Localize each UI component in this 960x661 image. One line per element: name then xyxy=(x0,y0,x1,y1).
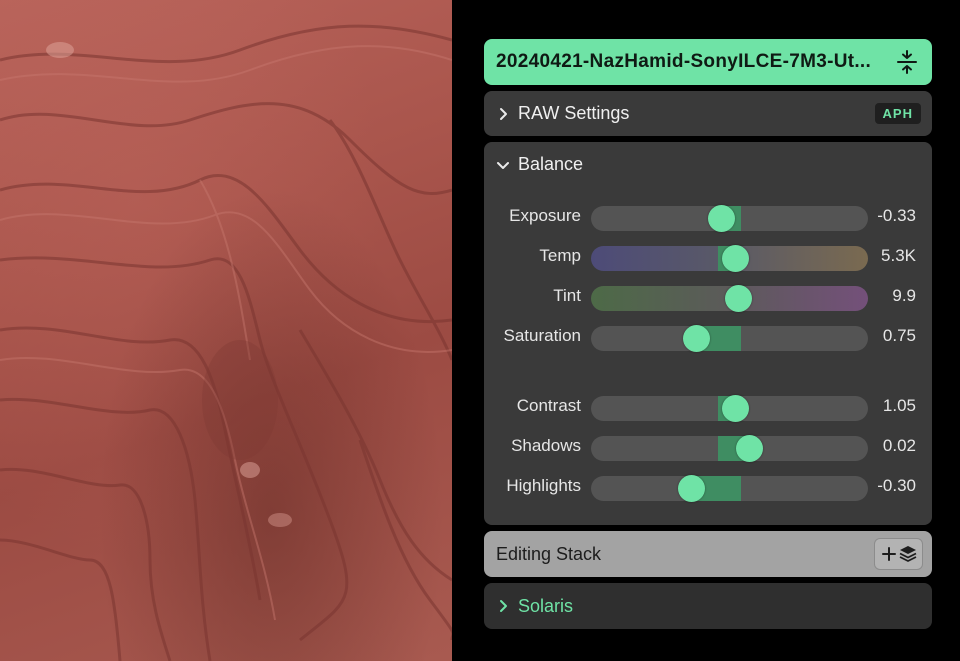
slider-highlights: Highlights -0.30 xyxy=(484,467,932,507)
slider-tint: Tint 9.9 xyxy=(484,277,932,317)
slider-value[interactable]: -0.33 xyxy=(877,206,916,226)
slider-saturation: Saturation 0.75 xyxy=(484,317,932,357)
balance-section: Balance Exposure -0.33 Temp 5.3K Tint 9.… xyxy=(484,142,932,525)
raw-settings-title: RAW Settings xyxy=(518,103,630,123)
file-name-bar[interactable]: 20240421-NazHamid-SonyILCE-7M3-Ut... xyxy=(484,39,932,85)
slider-track[interactable] xyxy=(591,475,868,502)
slider-temp: Temp 5.3K xyxy=(484,237,932,277)
slider-value[interactable]: 0.02 xyxy=(883,436,916,456)
photo-preview xyxy=(0,0,452,661)
slider-knob[interactable] xyxy=(708,205,736,232)
slider-knob[interactable] xyxy=(677,475,705,502)
slider-knob[interactable] xyxy=(724,285,752,312)
balance-title: Balance xyxy=(518,154,584,174)
slider-track[interactable] xyxy=(591,325,868,352)
editing-stack-header[interactable]: Editing Stack xyxy=(484,531,932,577)
chevron-down-icon xyxy=(497,161,509,169)
slider-label: Exposure xyxy=(509,206,581,225)
slider-label: Saturation xyxy=(503,326,582,345)
chevron-right-icon xyxy=(500,107,507,120)
slider-group-gap xyxy=(484,357,932,387)
slider-value[interactable]: 5.3K xyxy=(881,246,916,266)
solaris-title: Solaris xyxy=(518,595,574,616)
slider-label: Contrast xyxy=(516,396,581,415)
add-layers-icon xyxy=(881,546,916,562)
sandstone-texture xyxy=(0,24,452,661)
slider-track[interactable] xyxy=(591,285,868,312)
aph-badge[interactable]: APH xyxy=(874,103,921,124)
slider-label: Temp xyxy=(539,246,581,265)
slider-shadows: Shadows 0.02 xyxy=(484,427,932,467)
chevron-right-icon xyxy=(500,600,507,612)
slider-track[interactable] xyxy=(591,205,868,232)
slider-track[interactable] xyxy=(591,395,868,422)
slider-label: Highlights xyxy=(506,476,581,495)
slider-value[interactable]: 1.05 xyxy=(883,396,916,416)
slider-label: Shadows xyxy=(511,436,581,455)
balance-header[interactable]: Balance xyxy=(484,142,932,187)
raw-settings-section: RAW Settings APH xyxy=(484,91,932,136)
slider-track[interactable] xyxy=(591,245,868,272)
add-layer-button[interactable] xyxy=(874,538,923,570)
collapse-vertical-icon[interactable] xyxy=(896,50,918,74)
slider-value[interactable]: -0.30 xyxy=(877,476,916,496)
editing-stack-title: Editing Stack xyxy=(496,543,602,564)
slider-knob[interactable] xyxy=(722,245,750,272)
slider-label: Tint xyxy=(553,286,581,305)
slider-contrast: Contrast 1.05 xyxy=(484,387,932,427)
solaris-item[interactable]: Solaris xyxy=(484,583,932,629)
slider-value[interactable]: 9.9 xyxy=(892,286,916,306)
slider-knob[interactable] xyxy=(735,435,763,462)
file-name: 20240421-NazHamid-SonyILCE-7M3-Ut... xyxy=(496,51,872,72)
slider-knob[interactable] xyxy=(722,395,750,422)
slider-track[interactable] xyxy=(591,435,868,462)
raw-settings-header[interactable]: RAW Settings APH xyxy=(484,91,932,136)
slider-value[interactable]: 0.75 xyxy=(883,326,916,346)
slider-exposure: Exposure -0.33 xyxy=(484,197,932,237)
inspector-panel: 20240421-NazHamid-SonyILCE-7M3-Ut... RAW… xyxy=(484,39,932,629)
